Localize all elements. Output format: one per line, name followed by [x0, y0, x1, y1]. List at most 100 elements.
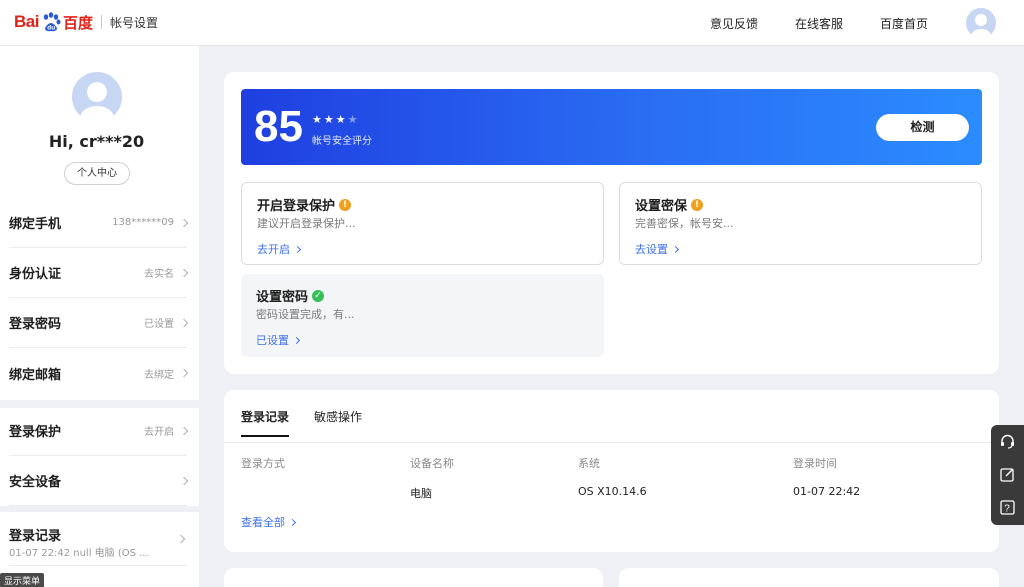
chevron-right-icon: [179, 218, 189, 227]
sidebar-item-value: 138******09: [112, 217, 189, 228]
security-item-desc: 完善密保，帐号安...: [635, 217, 734, 230]
personal-center-button[interactable]: 个人中心: [64, 162, 130, 185]
headset-icon[interactable]: [999, 433, 1016, 450]
chevron-right-icon: [179, 268, 189, 277]
left-sidebar: Hi, cr***20 个人中心 绑定手机 138******09 身份认证 去…: [0, 46, 199, 587]
security-score: 85: [254, 102, 303, 151]
sidebar-item-label: 登录记录: [9, 529, 62, 544]
top-bar: Bai du 百度 帐号设置 意见反馈 在线客服 百度首页: [0, 0, 1024, 46]
chevron-right-icon: [179, 318, 189, 327]
sidebar-item-bind-email[interactable]: 绑定邮箱 去绑定: [9, 348, 189, 398]
sidebar-item-login-record[interactable]: 登录记录 01-07 22:42 null 电脑 (OS ...: [9, 516, 187, 566]
sidebar-item-value-text: 已设置: [144, 319, 174, 330]
sidebar-item-value: 已设置: [144, 315, 189, 330]
logo-divider: [100, 15, 102, 29]
top-nav: 意见反馈 在线客服 百度首页: [673, 0, 1024, 46]
score-caption: 帐号安全评分: [312, 136, 372, 147]
user-greeting: Hi, cr***20: [48, 132, 145, 151]
logo-text-bai: Bai: [14, 12, 39, 31]
security-item-title-text: 开启登录保护: [257, 199, 336, 214]
edit-icon[interactable]: [999, 466, 1016, 483]
star-filled-icon: ★: [335, 113, 346, 126]
tabs-divider: [224, 442, 998, 443]
paw-logo-icon: du: [40, 11, 62, 33]
security-item-login-protection[interactable]: 开启登录保护! 建议开启登录保护... 去开启: [241, 182, 604, 265]
sidebar-item-login-protection[interactable]: 登录保护 去开启: [9, 406, 189, 456]
star-filled-icon: ★: [323, 113, 334, 126]
sidebar-item-identity[interactable]: 身份认证 去实名: [9, 248, 189, 298]
security-item-password[interactable]: 设置密码 ✓ 密码设置完成，有... 已设置: [241, 274, 604, 357]
security-item-link-text: 去设置: [635, 243, 668, 256]
nav-online-service[interactable]: 在线客服: [795, 15, 843, 32]
tab-sensitive-ops[interactable]: 敏感操作: [314, 408, 362, 437]
sidebar-item-value-text: 138******09: [112, 217, 174, 228]
column-header-login-method: 登录方式: [241, 457, 285, 470]
sidebar-item-value: 去实名: [144, 265, 189, 280]
sidebar-item-value-text: 去开启: [144, 427, 174, 438]
sidebar-item-value: [174, 476, 189, 485]
bottom-card-left: [224, 568, 603, 587]
sidebar-item-label: 身份认证: [9, 267, 62, 282]
table-cell-system: OS X10.14.6: [578, 485, 647, 498]
user-avatar-icon: [971, 14, 991, 38]
user-avatar[interactable]: [966, 8, 996, 38]
nav-feedback[interactable]: 意见反馈: [710, 15, 758, 32]
sidebar-item-label: 登录保护: [9, 425, 62, 440]
nav-baidu-home[interactable]: 百度首页: [880, 15, 928, 32]
chevron-right-icon: [293, 245, 302, 253]
table-cell-device: 电脑: [410, 487, 432, 500]
profile-section: Hi, cr***20 个人中心: [0, 46, 199, 192]
floating-toolbar: ?: [991, 425, 1024, 525]
security-item-title-text: 设置密保: [635, 199, 688, 214]
sidebar-item-value: 去绑定: [144, 366, 189, 381]
security-item-title: 设置密保!: [635, 195, 704, 214]
view-all-text: 查看全部: [241, 516, 285, 529]
security-item-security-question[interactable]: 设置密保! 完善密保，帐号安... 去设置: [619, 182, 982, 265]
table-cell-time: 01-07 22:42: [793, 485, 861, 498]
sidebar-item-label: 安全设备: [9, 475, 62, 490]
view-all-link[interactable]: 查看全部: [241, 514, 297, 530]
profile-avatar[interactable]: [72, 72, 122, 122]
records-tabs: 登录记录 敏感操作: [241, 408, 387, 437]
baidu-logo[interactable]: Bai du 百度 帐号设置: [14, 8, 158, 36]
security-item-link-text: 去开启: [257, 243, 290, 256]
sidebar-item-value: 去开启: [144, 423, 189, 438]
security-item-desc: 密码设置完成，有...: [256, 308, 355, 321]
column-header-time: 登录时间: [793, 457, 837, 470]
sidebar-item-value-text: 去绑定: [144, 369, 174, 381]
check-icon: ✓: [312, 289, 325, 302]
show-menu-button[interactable]: 显示菜单: [0, 573, 45, 587]
sidebar-item-value-text: 去实名: [144, 269, 174, 280]
security-item-link[interactable]: 去设置: [635, 241, 680, 257]
chevron-right-icon: [671, 245, 680, 253]
sidebar-item-bind-phone[interactable]: 绑定手机 138******09: [9, 198, 189, 248]
security-item-title: 开启登录保护!: [257, 195, 352, 214]
chevron-right-icon: [288, 518, 297, 526]
check-button[interactable]: 检测: [876, 114, 969, 141]
security-item-link[interactable]: 已设置: [256, 332, 301, 348]
sidebar-item-sub: 01-07 22:42 null 电脑 (OS ...: [9, 548, 149, 559]
warning-icon: !: [339, 198, 352, 211]
security-item-title: 设置密码 ✓: [256, 286, 325, 305]
help-icon[interactable]: ?: [999, 499, 1016, 516]
sidebar-item-login-password[interactable]: 登录密码 已设置: [9, 298, 189, 348]
column-header-system: 系统: [578, 457, 600, 470]
column-header-device: 设备名称: [410, 457, 454, 470]
profile-avatar-icon: [80, 82, 114, 122]
page-title: 帐号设置: [109, 15, 158, 30]
security-score-banner: 85 ★ ★ ★ ★ 帐号安全评分 检测: [241, 89, 982, 165]
chevron-right-icon: [179, 368, 189, 378]
svg-text:?: ?: [1004, 504, 1010, 515]
sidebar-divider: [0, 506, 199, 512]
security-item-title-text: 设置密码: [256, 290, 309, 305]
tab-login-records[interactable]: 登录记录: [241, 408, 290, 437]
sidebar-item-security-device[interactable]: 安全设备: [9, 456, 189, 506]
sidebar-item-label: 绑定手机: [9, 217, 62, 232]
warning-icon: !: [691, 198, 704, 211]
star-empty-icon: ★: [347, 113, 358, 126]
security-item-link-text: 已设置: [256, 334, 289, 347]
chevron-right-icon: [176, 534, 186, 544]
score-stars: ★ ★ ★ ★: [312, 113, 358, 126]
security-item-link[interactable]: 去开启: [257, 241, 302, 257]
sidebar-item-label: 登录密码: [9, 317, 62, 332]
